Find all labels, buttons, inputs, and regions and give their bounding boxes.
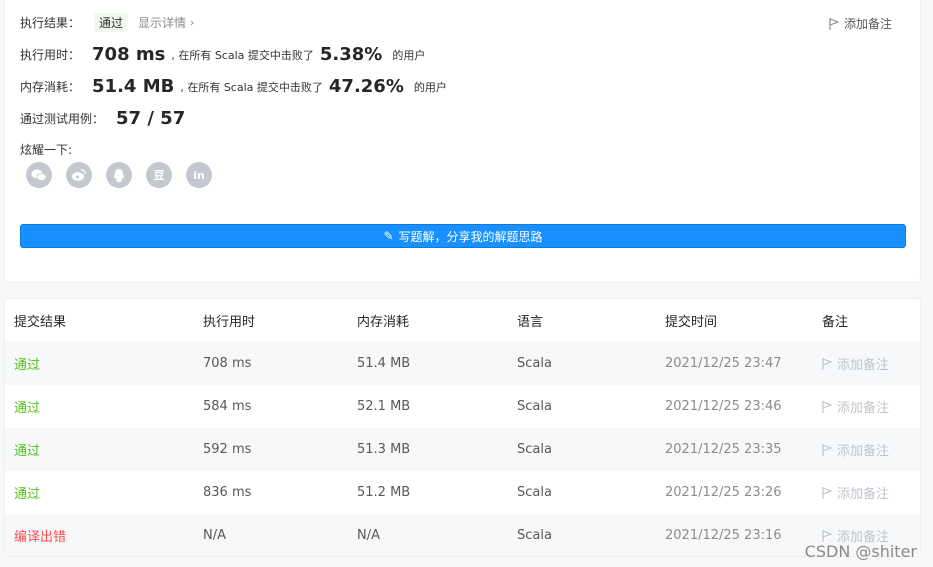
header-time: 提交时间 (665, 315, 718, 330)
table-row: 通过 584 ms 52.1 MB Scala 2021/12/25 23:46… (5, 385, 920, 428)
linkedin-glyph: in (193, 168, 205, 182)
add-note-label: 添加备注 (837, 487, 890, 502)
douban-icon[interactable]: 豆 (146, 162, 172, 188)
result-link[interactable]: 通过 (14, 342, 40, 385)
result-label: 执行结果： (20, 16, 81, 30)
time-cell: 2021/12/25 23:16 (665, 528, 782, 543)
add-note-button[interactable]: 添加备注 (822, 385, 889, 428)
share-row: 炫耀一下: (20, 141, 72, 158)
memory-cell: 51.4 MB (357, 356, 411, 371)
runtime-percent: 5.38% (319, 44, 383, 65)
memory-row: 内存消耗： 51.4 MB , 在所有 Scala 提交中击败了 47.26% … (20, 76, 447, 97)
flag-icon (829, 17, 839, 30)
memory-users-text: 的用户 (413, 80, 447, 94)
tests-label: 通过测试用例： (20, 112, 105, 126)
share-icons: 豆 in (26, 162, 226, 188)
memory-cell: 51.2 MB (357, 485, 411, 500)
wechat-glyph (31, 169, 47, 181)
memory-cell: 52.1 MB (357, 399, 411, 414)
weibo-icon[interactable] (66, 162, 92, 188)
time-cell: 2021/12/25 23:47 (665, 356, 782, 371)
flag-icon (822, 443, 832, 456)
tests-row: 通过测试用例： 57 / 57 (20, 108, 185, 129)
add-note-button[interactable]: 添加备注 (822, 428, 889, 471)
memory-label: 内存消耗： (20, 80, 81, 94)
runtime-users-text: 的用户 (392, 48, 426, 62)
tests-value: 57 / 57 (116, 108, 186, 129)
language-cell: Scala (517, 528, 552, 543)
header-runtime: 执行用时 (203, 315, 256, 330)
flag-icon (822, 529, 832, 542)
runtime-cell: 584 ms (203, 399, 252, 414)
show-details-label: 显示详情 (138, 16, 187, 30)
language-cell: Scala (517, 442, 552, 457)
table-header-row: 提交结果 执行用时 内存消耗 语言 提交时间 备注 (5, 299, 920, 342)
show-details-link[interactable]: 显示详情 › (138, 14, 194, 31)
table-row: 通过 708 ms 51.4 MB Scala 2021/12/25 23:47… (5, 342, 920, 385)
add-note-button[interactable]: 添加备注 (822, 471, 889, 514)
add-note-label: 添加备注 (837, 444, 890, 459)
header-note: 备注 (822, 315, 849, 330)
runtime-cell: 836 ms (203, 485, 252, 500)
flag-icon (822, 400, 832, 413)
runtime-beat-text: , 在所有 Scala 提交中击败了 (171, 48, 314, 62)
runtime-label: 执行用时： (20, 48, 81, 62)
result-link[interactable]: 通过 (14, 385, 40, 428)
time-cell: 2021/12/25 23:26 (665, 485, 782, 500)
time-cell: 2021/12/25 23:46 (665, 399, 782, 414)
douban-glyph: 豆 (153, 169, 165, 182)
qq-icon[interactable] (106, 162, 132, 188)
status-badge: 通过 (94, 13, 129, 32)
watermark: CSDN @shiter (804, 542, 917, 561)
language-cell: Scala (517, 485, 552, 500)
result-row: 执行结果： 通过 显示详情 › (20, 13, 194, 32)
header-result: 提交结果 (14, 315, 67, 330)
table-row: 编译出错 N/A N/A Scala 2021/12/25 23:16 添加备注 (5, 514, 920, 556)
result-link[interactable]: 通过 (14, 428, 40, 471)
header-memory: 内存消耗 (357, 315, 410, 330)
add-note-label: 添加备注 (837, 401, 890, 416)
linkedin-icon[interactable]: in (186, 162, 212, 188)
qq-glyph (113, 168, 125, 182)
share-label: 炫耀一下: (20, 143, 73, 157)
write-solution-label: 写题解，分享我的解题思路 (398, 229, 543, 244)
add-note-label: 添加备注 (843, 17, 892, 31)
runtime-cell: N/A (203, 528, 226, 543)
memory-beat-text: , 在所有 Scala 提交中击败了 (180, 80, 323, 94)
memory-cell: 51.3 MB (357, 442, 411, 457)
add-note-button[interactable]: 添加备注 (822, 342, 889, 385)
wechat-icon[interactable] (26, 162, 52, 188)
submissions-table: 提交结果 执行用时 内存消耗 语言 提交时间 备注 通过 708 ms 51.4… (4, 298, 921, 557)
runtime-row: 执行用时： 708 ms , 在所有 Scala 提交中击败了 5.38% 的用… (20, 44, 425, 65)
add-note-button[interactable]: 添加备注 (829, 15, 892, 32)
memory-value: 51.4 MB (92, 76, 175, 97)
language-cell: Scala (517, 356, 552, 371)
header-language: 语言 (517, 315, 544, 330)
flag-icon (822, 357, 832, 370)
runtime-cell: 708 ms (203, 356, 252, 371)
memory-cell: N/A (357, 528, 380, 543)
write-solution-button[interactable]: ✎ 写题解，分享我的解题思路 (20, 224, 906, 248)
table-row: 通过 836 ms 51.2 MB Scala 2021/12/25 23:26… (5, 471, 920, 514)
table-row: 通过 592 ms 51.3 MB Scala 2021/12/25 23:35… (5, 428, 920, 471)
pencil-icon: ✎ (383, 229, 394, 243)
flag-icon (822, 486, 832, 499)
weibo-glyph (72, 168, 87, 181)
time-cell: 2021/12/25 23:35 (665, 442, 782, 457)
language-cell: Scala (517, 399, 552, 414)
result-link[interactable]: 通过 (14, 471, 40, 514)
add-note-label: 添加备注 (837, 358, 890, 373)
chevron-right-icon: › (190, 16, 195, 29)
runtime-value: 708 ms (92, 44, 166, 65)
submission-summary-card: 执行结果： 通过 显示详情 › 添加备注 执行用时： 708 ms , 在所有 … (4, 0, 921, 283)
runtime-cell: 592 ms (203, 442, 252, 457)
memory-percent: 47.26% (328, 76, 404, 97)
result-link[interactable]: 编译出错 (14, 514, 66, 556)
